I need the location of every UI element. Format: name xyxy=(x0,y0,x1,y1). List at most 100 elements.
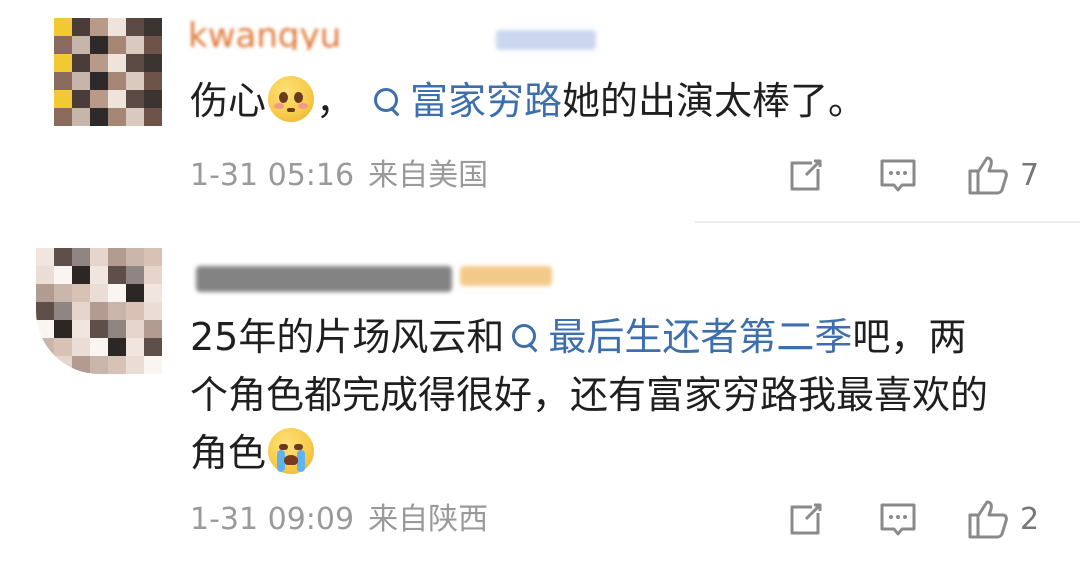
avatar-pixel xyxy=(108,90,126,108)
like-count: 2 xyxy=(1020,502,1040,537)
avatar-pixel xyxy=(144,108,162,126)
comment-text: 伤心 ， 富家穷路她的出演太棒了。 xyxy=(190,72,866,130)
location-label: 来自陕西 xyxy=(368,502,489,537)
avatar-pixel xyxy=(54,338,72,356)
avatar-pixel xyxy=(108,36,126,54)
avatar-pixel xyxy=(144,266,162,284)
timestamp: 1-31 09:09 xyxy=(190,502,355,537)
avatar[interactable] xyxy=(54,18,162,126)
avatar-pixel xyxy=(108,320,126,338)
avatar-pixel xyxy=(90,266,108,284)
avatar-pixel xyxy=(90,36,108,54)
avatar-pixel xyxy=(108,54,126,72)
avatar-pixel xyxy=(90,248,108,266)
pleading-face-emoji-icon xyxy=(268,76,315,122)
comment-text-segment: ， xyxy=(316,79,355,123)
comment-item: kwangyu_ 伤心，富家穷路她的出演太棒了。 1-31 05:16 来自美国 … xyxy=(0,0,1080,222)
comment-meta: 1-31 09:09 来自陕西 xyxy=(190,502,488,538)
avatar-pixel xyxy=(72,54,90,72)
avatar-pixel xyxy=(72,248,90,266)
avatar-pixel xyxy=(54,36,72,54)
avatar-pixel xyxy=(108,284,126,302)
avatar-pixel xyxy=(144,320,162,338)
comment-text-segment: 角色 xyxy=(190,431,267,475)
topic-link[interactable]: 最后生还者第二季 xyxy=(504,315,852,359)
avatar-pixel xyxy=(144,36,162,54)
topic-link[interactable]: 富家穷路 xyxy=(366,79,562,123)
avatar-pixel xyxy=(126,36,144,54)
avatar-pixel xyxy=(126,356,144,374)
avatar-pixel xyxy=(72,302,90,320)
comment-text-segment: 她的出演太棒了。 xyxy=(562,79,867,123)
search-icon xyxy=(372,82,402,118)
avatar-pixel xyxy=(126,72,144,90)
avatar-pixel xyxy=(144,18,162,36)
avatar-pixel xyxy=(90,72,108,90)
avatar-pixel xyxy=(108,356,126,374)
user-badge xyxy=(460,266,552,286)
avatar-pixel xyxy=(72,284,90,302)
avatar-pixel xyxy=(144,338,162,356)
comment-icon[interactable] xyxy=(876,497,920,541)
avatar-pixel xyxy=(144,302,162,320)
location-label: 来自美国 xyxy=(368,158,489,193)
avatar-pixel xyxy=(54,302,72,320)
avatar-pixel xyxy=(126,90,144,108)
avatar-pixel xyxy=(90,108,108,126)
comment-text: 25年的片场风云和 最后生还者第二季吧，两 个角色都完成得很好，还有富家穷路我最喜… xyxy=(190,308,988,482)
like-count: 7 xyxy=(1020,158,1040,193)
avatar-pixel xyxy=(72,266,90,284)
avatar-pixel xyxy=(126,54,144,72)
avatar-pixel xyxy=(54,266,72,284)
comment-item: 25年的片场风云和 最后生还者第二季吧，两 个角色都完成得很好，还有富家穷路我最喜… xyxy=(0,222,1080,561)
avatar-pixel xyxy=(72,108,90,126)
avatar-pixel xyxy=(108,18,126,36)
avatar-pixel xyxy=(108,108,126,126)
avatar-pixel xyxy=(36,266,54,284)
like-thumb-icon[interactable] xyxy=(966,497,1010,541)
timestamp: 1-31 05:16 xyxy=(190,158,355,193)
avatar-pixel xyxy=(54,54,72,72)
avatar-pixel xyxy=(54,248,72,266)
avatar-pixel xyxy=(54,320,72,338)
search-icon xyxy=(510,318,540,354)
avatar-pixel xyxy=(36,302,54,320)
avatar-pixel xyxy=(90,90,108,108)
avatar-pixel xyxy=(126,266,144,284)
avatar-pixel xyxy=(108,266,126,284)
username[interactable]: kwangyu_ xyxy=(188,16,358,50)
avatar-pixel xyxy=(72,36,90,54)
avatar-pixel xyxy=(36,320,54,338)
username-text: kwangyu_ xyxy=(188,16,359,50)
comment-meta: 1-31 05:16 来自美国 xyxy=(190,158,488,194)
comment-text-line: 25年的片场风云和 最后生还者第二季吧，两 xyxy=(190,308,988,366)
comment-text-segment: 25年的片场风云和 xyxy=(190,315,505,359)
username[interactable] xyxy=(196,266,452,292)
avatar-pixel xyxy=(144,284,162,302)
share-icon[interactable] xyxy=(784,497,828,541)
avatar-pixel xyxy=(126,108,144,126)
comment-text-line: 角色 xyxy=(190,424,988,482)
avatar-pixel xyxy=(72,356,90,374)
avatar-pixel xyxy=(144,90,162,108)
avatar-pixel xyxy=(36,356,54,374)
avatar-pixel xyxy=(126,302,144,320)
avatar-pixel xyxy=(72,18,90,36)
avatar-pixel xyxy=(90,18,108,36)
avatar-pixel xyxy=(126,18,144,36)
avatar-pixel xyxy=(72,72,90,90)
share-icon[interactable] xyxy=(784,153,828,197)
avatar-pixel xyxy=(126,320,144,338)
avatar-pixel xyxy=(108,338,126,356)
avatar-pixel xyxy=(54,356,72,374)
avatar-pixel xyxy=(90,302,108,320)
avatar[interactable] xyxy=(36,248,162,374)
topic-link-label: 最后生还者第二季 xyxy=(548,315,853,359)
comment-text-segment: 伤心 xyxy=(190,79,267,123)
avatar-pixel xyxy=(144,248,162,266)
avatar-pixel xyxy=(54,90,72,108)
comment-icon[interactable] xyxy=(876,153,920,197)
like-thumb-icon[interactable] xyxy=(966,153,1010,197)
avatar-pixel xyxy=(144,54,162,72)
avatar-pixel xyxy=(126,338,144,356)
